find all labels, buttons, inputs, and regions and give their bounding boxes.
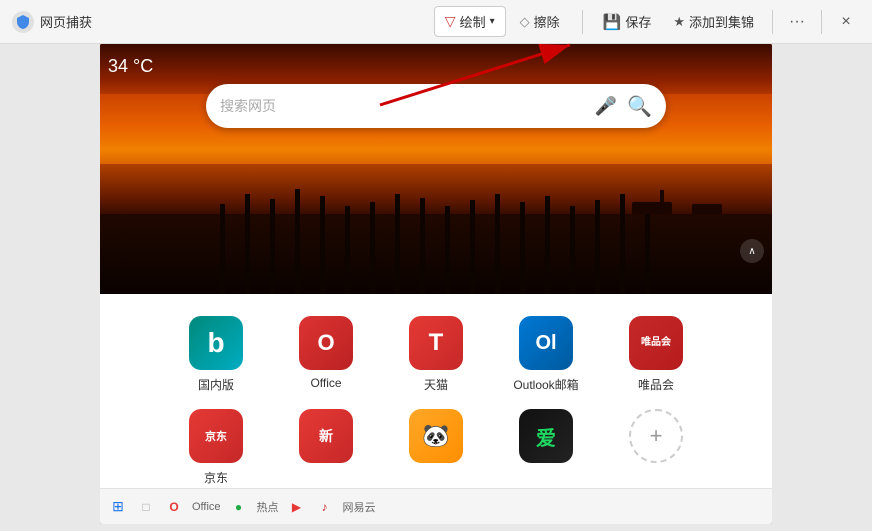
- app-office[interactable]: O Office: [271, 308, 381, 401]
- toolbar-separator-2: [772, 10, 773, 34]
- erase-button[interactable]: ◇ 擦除: [510, 7, 570, 36]
- add-to-collection-label: 添加到集锦: [689, 12, 754, 31]
- play-icon: ▶: [292, 500, 301, 514]
- tianmao-icon: T: [409, 316, 463, 370]
- close-button[interactable]: ×: [832, 8, 860, 36]
- bottom-icon-2[interactable]: □: [136, 497, 156, 517]
- close-icon: ×: [841, 13, 850, 31]
- vipshop-icon: 唯品会: [629, 316, 683, 370]
- save-button[interactable]: 💾 保存: [595, 7, 660, 36]
- guoneiban-icon: b: [189, 316, 243, 370]
- bottom-play-icon[interactable]: ▶: [287, 497, 307, 517]
- draw-label: 绘制: [460, 12, 486, 31]
- app-add[interactable]: +: [601, 401, 711, 494]
- erase-label: 擦除: [534, 12, 560, 31]
- office-label: Office: [310, 376, 341, 390]
- app-iqiyi[interactable]: 爱: [491, 401, 601, 494]
- plus-icon: +: [650, 423, 663, 449]
- bottom-icon-news[interactable]: ●: [229, 497, 249, 517]
- draw-button[interactable]: ▽ 绘制 ▾: [434, 6, 506, 37]
- temperature-display: 34 °C: [108, 56, 153, 77]
- draw-dropdown-icon: ▾: [490, 16, 495, 27]
- toolbar-separator: [582, 10, 583, 34]
- taskview-icon: □: [142, 500, 149, 514]
- vipshop-label: 唯品会: [638, 376, 674, 393]
- apps-section: b 国内版 O Office T 天猫 Ol: [100, 294, 772, 508]
- news-taskbar-icon: ●: [235, 500, 242, 514]
- add-to-collection-button[interactable]: ★ 添加到集锦: [665, 7, 762, 36]
- search-bar[interactable]: 搜索网页 🎤 🔍: [206, 84, 666, 128]
- outlook-label: Outlook邮箱: [513, 376, 578, 393]
- erase-icon: ◇: [520, 14, 530, 30]
- bottom-label-music: 网易云: [343, 499, 376, 515]
- app-vipshop[interactable]: 唯品会 唯品会: [601, 308, 711, 401]
- more-options-button[interactable]: ···: [783, 8, 811, 36]
- app-news[interactable]: 新: [271, 401, 381, 494]
- bottom-label-3: Office: [192, 501, 221, 513]
- app-outlook[interactable]: Ol Outlook邮箱: [491, 308, 601, 401]
- app-guoneiban[interactable]: b 国内版: [161, 308, 271, 401]
- office-icon: O: [299, 316, 353, 370]
- apps-row-2: 京东 京东 新 🐼 爱: [100, 401, 772, 494]
- draw-icon: ▽: [445, 13, 456, 30]
- add-app-icon[interactable]: +: [629, 409, 683, 463]
- browser-window: 34 °C 搜索网页 🎤 🔍 ∧ b 国内版 O Office: [100, 44, 772, 524]
- toolbar-center: ▽ 绘制 ▾ ◇ 擦除: [434, 6, 570, 37]
- bottom-label-news: 热点: [257, 499, 279, 515]
- search-icon[interactable]: 🔍: [627, 94, 652, 119]
- toolbar-separator-3: [821, 10, 822, 34]
- app-panda[interactable]: 🐼: [381, 401, 491, 494]
- app-tianmao[interactable]: T 天猫: [381, 308, 491, 401]
- tianmao-label: 天猫: [424, 376, 448, 393]
- save-label: 保存: [625, 12, 651, 31]
- more-icon: ···: [789, 13, 805, 31]
- bottom-office-icon[interactable]: O: [164, 497, 184, 517]
- toolbar-right: 💾 保存 ★ 添加到集锦 ··· ×: [595, 7, 860, 36]
- outlook-icon: Ol: [519, 316, 573, 370]
- apps-row-1: b 国内版 O Office T 天猫 Ol: [100, 308, 772, 401]
- collapse-button[interactable]: ∧: [740, 239, 764, 263]
- toolbar-left: 网页捕获: [12, 11, 426, 33]
- microphone-icon[interactable]: 🎤: [595, 96, 617, 117]
- jd-icon: 京东: [189, 409, 243, 463]
- hero-background: [100, 44, 772, 294]
- office-taskbar-icon: O: [169, 500, 178, 514]
- music-icon: ♪: [322, 500, 328, 514]
- iqiyi-icon: 爱: [519, 409, 573, 463]
- bottom-icon-1[interactable]: ⊞: [108, 497, 128, 517]
- news-icon: 新: [299, 409, 353, 463]
- bottom-music-icon[interactable]: ♪: [315, 497, 335, 517]
- app-jd[interactable]: 京东 京东: [161, 401, 271, 494]
- panda-icon: 🐼: [409, 409, 463, 463]
- webcapture-icon: [12, 11, 34, 33]
- app-title: 网页捕获: [40, 12, 92, 31]
- guoneiban-label: 国内版: [198, 376, 234, 393]
- toolbar: 网页捕获 ▽ 绘制 ▾ ◇ 擦除 💾 保存 ★ 添加到集锦 ··· ×: [0, 0, 872, 44]
- save-icon: 💾: [603, 13, 622, 31]
- chevron-up-icon: ∧: [748, 246, 755, 257]
- bottom-taskbar: ⊞ □ O Office ● 热点 ▶ ♪ 网易云: [100, 488, 772, 524]
- jd-label: 京东: [204, 469, 228, 486]
- search-placeholder: 搜索网页: [220, 96, 595, 116]
- collection-icon: ★: [673, 14, 685, 30]
- start-icon: ⊞: [112, 498, 124, 515]
